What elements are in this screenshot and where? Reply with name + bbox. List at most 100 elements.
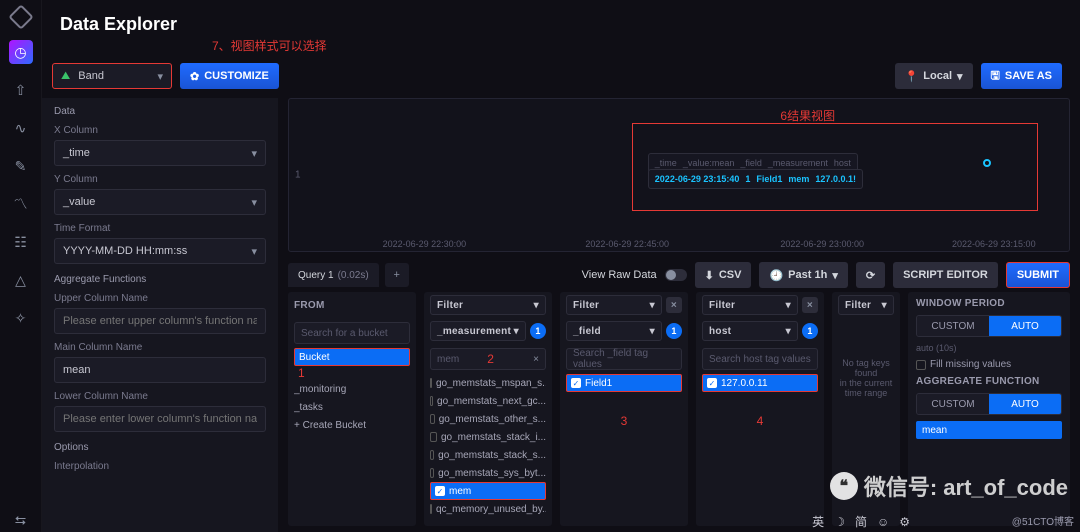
nav-home-icon[interactable]: ◷ (9, 40, 33, 64)
window-auto-value: auto (10s) (916, 343, 1062, 353)
filter-key-select[interactable]: _measurement▾ (430, 321, 526, 341)
aggfn-auto[interactable]: AUTO (989, 394, 1061, 414)
download-icon: ⬇ (705, 269, 714, 282)
lower-input[interactable] (54, 406, 266, 432)
query-tab[interactable]: Query 1 (0.02s) (288, 263, 379, 287)
builder-filter-column: Filter▾ _measurement▾ 1 mem2× go_memstat… (424, 292, 552, 526)
timeformat-select[interactable]: YYYY-MM-DD HH:mm:ss▾ (54, 238, 266, 264)
upper-input-field[interactable] (63, 315, 257, 327)
lower-input-field[interactable] (63, 413, 257, 425)
list-item[interactable]: qc_memory_unused_by... (430, 500, 546, 518)
bucket-row[interactable]: _tasks (294, 398, 410, 416)
window-custom[interactable]: CUSTOM (917, 316, 989, 336)
options-panel: Data X Column _time▾ Y Column _value▾ Ti… (42, 98, 278, 532)
filter-select[interactable]: Filter▾ (702, 295, 798, 315)
csv-label: CSV (719, 269, 742, 281)
chart-area[interactable]: 1 6结果视图 _time _value:mean _field _measur… (288, 98, 1070, 252)
upper-input[interactable] (54, 308, 266, 334)
fill-missing-row[interactable]: Fill missing values (916, 359, 1062, 370)
filter-key-select[interactable]: host▾ (702, 321, 798, 341)
list-item[interactable]: go_memstats_next_gc... (430, 392, 546, 410)
filter-remove-button[interactable]: × (802, 297, 818, 313)
list-item-selected[interactable]: ✓mem (430, 482, 546, 500)
pin-icon: 📍 (905, 70, 919, 83)
main-value: mean (63, 364, 91, 376)
annotation-2: 2 (487, 352, 494, 366)
bucket-label: _tasks (294, 402, 323, 413)
filter-search[interactable]: Search host tag values (702, 348, 818, 370)
xcol-select[interactable]: _time▾ (54, 140, 266, 166)
agg-mean-row[interactable]: mean (916, 421, 1062, 439)
nav-explore-icon[interactable]: ∿ (9, 116, 33, 140)
save-as-label: SAVE AS (1005, 70, 1052, 82)
list-item[interactable]: go_memstats_sys_byt... (430, 464, 546, 482)
nav-alerts-icon[interactable]: △ (9, 268, 33, 292)
interp-label: Interpolation (54, 461, 266, 472)
settings-icon[interactable]: ⚙ (899, 515, 910, 529)
aggfn-segmented[interactable]: CUSTOM AUTO (916, 393, 1062, 415)
panel-agg-header: Aggregate Functions (54, 274, 266, 285)
filter-search[interactable]: mem2× (430, 348, 546, 370)
csv-button[interactable]: ⬇ CSV (695, 262, 752, 288)
filter-search[interactable]: Search _field tag values (566, 348, 682, 370)
script-editor-label: SCRIPT EDITOR (903, 269, 988, 281)
list-item[interactable]: go_memstats_mspan_s... (430, 374, 546, 392)
window-segmented[interactable]: CUSTOM AUTO (916, 315, 1062, 337)
ycol-label: Y Column (54, 174, 266, 185)
list-item[interactable]: go_memstats_stack_i... (430, 428, 546, 446)
add-query-button[interactable]: + (385, 263, 409, 287)
bucket-row-selected[interactable]: Bucket (294, 348, 410, 366)
smile-icon[interactable]: ☺ (877, 515, 889, 529)
main-input[interactable]: mean (54, 357, 266, 383)
ime-mode[interactable]: 简 (855, 513, 867, 530)
from-search-ph: Search for a bucket (301, 328, 388, 339)
tt-v-field: Field1 (756, 174, 782, 184)
filter-select[interactable]: Filter▾ (430, 295, 546, 315)
timerange-button[interactable]: 🕘Past 1h ▾ (759, 262, 847, 288)
nav-settings-icon[interactable]: ✧ (9, 306, 33, 330)
submit-button[interactable]: SUBMIT (1006, 262, 1070, 288)
nav-tasks-icon[interactable]: ☷ (9, 230, 33, 254)
nav-collapse-icon[interactable]: ⮀ (9, 508, 33, 532)
builder-filter-column: Filter▾ × _field▾ 1 Search _field tag va… (560, 292, 688, 526)
save-as-button[interactable]: 🖫 SAVE AS (981, 63, 1062, 89)
gear-icon: ✿ (190, 70, 199, 83)
timezone-button[interactable]: 📍 Local ▾ (895, 63, 973, 89)
script-editor-button[interactable]: SCRIPT EDITOR (893, 262, 998, 288)
bucket-label: Bucket (299, 352, 330, 363)
filter-key-select[interactable]: _field▾ (566, 321, 662, 341)
caret-down-icon: ▾ (957, 70, 963, 83)
tt-h-time: _time (655, 158, 677, 168)
moon-icon[interactable]: ☽ (834, 515, 845, 529)
create-bucket-row[interactable]: + Create Bucket (294, 416, 410, 434)
graph-type-select[interactable]: ⛰ Band ▾ (52, 63, 172, 89)
filter-select[interactable]: Filter▾ (566, 295, 662, 315)
builder-filter-column-empty: Filter▾ No tag keys found in the current… (832, 292, 900, 526)
aggfn-custom[interactable]: CUSTOM (917, 394, 989, 414)
filter-count-badge: 1 (530, 323, 546, 339)
list-item-selected[interactable]: ✓127.0.0.11 (702, 374, 818, 392)
tt-h-host: host (834, 158, 851, 168)
create-bucket-label: + Create Bucket (294, 420, 366, 431)
caret-down-icon: ▾ (832, 269, 838, 282)
nav-upload-icon[interactable]: ⇧ (9, 78, 33, 102)
builder-from-column: FROM Search for a bucket Bucket 1 _monit… (288, 292, 416, 526)
list-item[interactable]: go_memstats_stack_s... (430, 446, 546, 464)
from-search[interactable]: Search for a bucket (294, 322, 410, 344)
list-item-selected[interactable]: ✓Field1 (566, 374, 682, 392)
customize-button[interactable]: ✿ CUSTOMIZE (180, 63, 279, 89)
view-raw-toggle[interactable] (665, 269, 687, 281)
xcol-value: _time (63, 147, 90, 159)
bucket-label: _monitoring (294, 384, 346, 395)
ycol-select[interactable]: _value▾ (54, 189, 266, 215)
filter-remove-button[interactable]: × (666, 297, 682, 313)
tt-h-value: _value:mean (683, 158, 735, 168)
nav-note-icon[interactable]: ✎ (9, 154, 33, 178)
ime-lang[interactable]: 英 (812, 513, 824, 530)
filter-select[interactable]: Filter▾ (838, 295, 894, 315)
window-auto[interactable]: AUTO (989, 316, 1061, 336)
bucket-row[interactable]: _monitoring (294, 380, 410, 398)
nav-dashboard-icon[interactable]: 〽 (9, 192, 33, 216)
refresh-button[interactable]: ⟳ (856, 262, 885, 288)
list-item[interactable]: go_memstats_other_s... (430, 410, 546, 428)
